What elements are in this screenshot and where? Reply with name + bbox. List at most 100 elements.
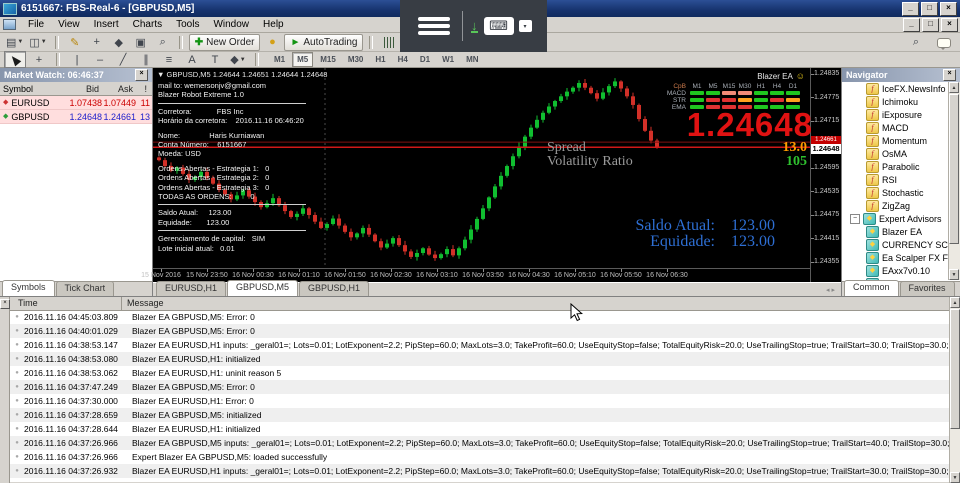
- market-watch-tab-tick-chart[interactable]: Tick Chart: [56, 281, 115, 296]
- data-window-button[interactable]: ▣: [131, 35, 151, 50]
- timeframe-w1[interactable]: W1: [437, 52, 459, 67]
- terminal-log-row[interactable]: ●2016.11.16 04:45:03.809Blazer EA GBPUSD…: [10, 310, 950, 324]
- menu-file[interactable]: File: [21, 18, 51, 31]
- price-scale[interactable]: 1.24661 1.24648 1.248351.247751.247151.2…: [810, 68, 841, 282]
- market-watch-col-symbol[interactable]: Symbol: [0, 84, 62, 94]
- terminal-log-row[interactable]: ●2016.11.16 04:37:47.249Blazer EA GBPUSD…: [10, 380, 950, 394]
- terminal-log-row[interactable]: ●2016.11.16 04:38:53.080Blazer EA EURUSD…: [10, 352, 950, 366]
- terminal-log-row[interactable]: ●2016.11.16 04:37:26.966Blazer EA GBPUSD…: [10, 436, 950, 450]
- navigator-indicator-ichimoku[interactable]: fIchimoku: [842, 95, 949, 108]
- menu-window[interactable]: Window: [206, 18, 256, 31]
- market-watch-row-eurusd[interactable]: ◆EURUSD1.074381.0744911: [0, 96, 152, 110]
- terminal-log-row[interactable]: ●2016.11.16 04:38:53.062Blazer EA EURUSD…: [10, 366, 950, 380]
- profiles-button[interactable]: ◫▼: [27, 35, 48, 50]
- crosshair-button[interactable]: +: [29, 52, 49, 67]
- navigator-indicator-rsi[interactable]: fRSI: [842, 173, 949, 186]
- terminal-column-time[interactable]: Time: [10, 297, 122, 310]
- crosshair-move-button[interactable]: +: [87, 35, 107, 50]
- collapse-icon[interactable]: −: [850, 214, 860, 224]
- terminal-scroll-down-icon[interactable]: ▼: [950, 472, 960, 483]
- navigator-tab-common[interactable]: Common: [844, 280, 899, 296]
- market-watch-row-gbpusd[interactable]: ◆GBPUSD1.246481.2466113: [0, 110, 152, 124]
- navigator-expert-eaxx7v010[interactable]: ◆EAxx7v0.10: [842, 264, 949, 277]
- menu-view[interactable]: View: [51, 18, 87, 31]
- chart-tab-eurusdh1[interactable]: EURUSD,H1: [156, 281, 226, 296]
- cursor-button[interactable]: [4, 51, 26, 68]
- minimize-button[interactable]: _: [902, 2, 919, 16]
- chart-restore-button[interactable]: □: [922, 18, 939, 32]
- search-button[interactable]: ⌕: [906, 35, 926, 50]
- market-watch-col-[interactable]: !: [136, 84, 150, 94]
- terminal-log-row[interactable]: ●2016.11.16 04:37:28.644Blazer EA EURUSD…: [10, 422, 950, 436]
- channel-button[interactable]: ∥: [136, 52, 156, 67]
- navigator-close-icon[interactable]: ×: [943, 69, 956, 81]
- tab-scroll-icons[interactable]: ◂ ▸: [826, 286, 835, 294]
- timeframe-h4[interactable]: H4: [393, 52, 413, 67]
- market-watch-tab-symbols[interactable]: Symbols: [2, 280, 55, 296]
- chat-button[interactable]: [934, 35, 954, 50]
- market-watch-col-bid[interactable]: Bid: [62, 84, 102, 94]
- market-watch-close-icon[interactable]: ×: [135, 69, 148, 81]
- close-button[interactable]: ×: [940, 2, 957, 16]
- navigator-expert-eascalperfxf[interactable]: ◆Ea Scalper FX F: [842, 251, 949, 264]
- navigator-scrollbar[interactable]: ▲ ▼: [948, 82, 960, 280]
- timeframe-m5[interactable]: M5: [292, 52, 313, 67]
- menu-charts[interactable]: Charts: [126, 18, 169, 31]
- trendline-button[interactable]: ╱: [113, 52, 133, 67]
- chart-tab-gbpusdm5[interactable]: GBPUSD,M5: [227, 280, 298, 296]
- chart-close-button[interactable]: ×: [941, 18, 958, 32]
- menu-insert[interactable]: Insert: [87, 18, 126, 31]
- terminal-scrollbar[interactable]: ▲ ▼: [949, 297, 960, 483]
- navigator-indicator-parabolic[interactable]: fParabolic: [842, 160, 949, 173]
- text-label-button[interactable]: T: [205, 52, 225, 67]
- navigator-expert-advisors[interactable]: −◆Expert Advisors: [842, 212, 949, 225]
- chart-tab-gbpusdh1[interactable]: GBPUSD,H1: [299, 281, 369, 296]
- terminal-log-row[interactable]: ●2016.11.16 04:40:01.029Blazer EA GBPUSD…: [10, 324, 950, 338]
- timeframe-h1[interactable]: H1: [370, 52, 390, 67]
- navigator-expert-blazerea[interactable]: ◆Blazer EA: [842, 225, 949, 238]
- new-chart-button[interactable]: ▤▼: [4, 35, 25, 50]
- terminal-log-row[interactable]: ●2016.11.16 04:38:53.147Blazer EA EURUSD…: [10, 338, 950, 352]
- scrollbar-thumb[interactable]: [949, 94, 959, 244]
- menu-tools[interactable]: Tools: [169, 18, 206, 31]
- navigator-indicator-iexposure[interactable]: fiExposure: [842, 108, 949, 121]
- terminal-close-icon[interactable]: ×: [0, 299, 10, 309]
- history-center-button[interactable]: ◆: [109, 35, 129, 50]
- navigator-indicator-icefxnewsinfo[interactable]: fIceFX.NewsInfo: [842, 82, 949, 95]
- terminal-log-row[interactable]: ●2016.11.16 04:37:28.659Blazer EA GBPUSD…: [10, 408, 950, 422]
- new-order-button[interactable]: ✚New Order: [189, 34, 261, 51]
- navigator-indicator-momentum[interactable]: fMomentum: [842, 134, 949, 147]
- timeframe-mn[interactable]: MN: [461, 52, 483, 67]
- navigator-indicator-stochastic[interactable]: fStochastic: [842, 186, 949, 199]
- terminal-log-row[interactable]: ●2016.11.16 04:37:26.966Expert Blazer EA…: [10, 450, 950, 464]
- autotrading-button[interactable]: ►AutoTrading: [284, 34, 363, 51]
- market-watch-col-ask[interactable]: Ask: [102, 84, 136, 94]
- menu-help[interactable]: Help: [256, 18, 291, 31]
- horizontal-line-button[interactable]: –: [90, 52, 110, 67]
- timeframe-m30[interactable]: M30: [343, 52, 369, 67]
- restore-button[interactable]: □: [921, 2, 938, 16]
- shapes-button[interactable]: ◆▼: [228, 52, 248, 67]
- chart-window-icon[interactable]: [3, 19, 16, 30]
- navigator-tab-favorites[interactable]: Favorites: [900, 281, 955, 296]
- marker-button[interactable]: ✎: [65, 35, 85, 50]
- fibonacci-button[interactable]: ≡: [159, 52, 179, 67]
- terminal-column-message[interactable]: Message: [122, 297, 164, 310]
- strategy-tester-button[interactable]: ⌕: [153, 35, 173, 50]
- navigator-expert-currencysca[interactable]: ◆CURRENCY SCA: [842, 238, 949, 251]
- timeframe-d1[interactable]: D1: [415, 52, 435, 67]
- timeframe-m15[interactable]: M15: [315, 52, 341, 67]
- navigator-indicator-zigzag[interactable]: fZigZag: [842, 199, 949, 212]
- scroll-up-icon[interactable]: ▲: [949, 82, 959, 93]
- scroll-down-icon[interactable]: ▼: [949, 269, 959, 280]
- terminal-log-row[interactable]: ●2016.11.16 04:37:26.932Blazer EA EURUSD…: [10, 464, 950, 478]
- bar-chart-button[interactable]: [379, 35, 399, 50]
- terminal-scroll-up-icon[interactable]: ▲: [950, 297, 960, 308]
- navigator-indicator-osma[interactable]: fOsMA: [842, 147, 949, 160]
- indicators-button[interactable]: ●: [262, 35, 282, 50]
- terminal-scrollbar-thumb[interactable]: [950, 309, 960, 429]
- timeframe-m1[interactable]: M1: [269, 52, 290, 67]
- chart-minimize-button[interactable]: _: [903, 18, 920, 32]
- vertical-line-button[interactable]: |: [67, 52, 87, 67]
- text-button[interactable]: A: [182, 52, 202, 67]
